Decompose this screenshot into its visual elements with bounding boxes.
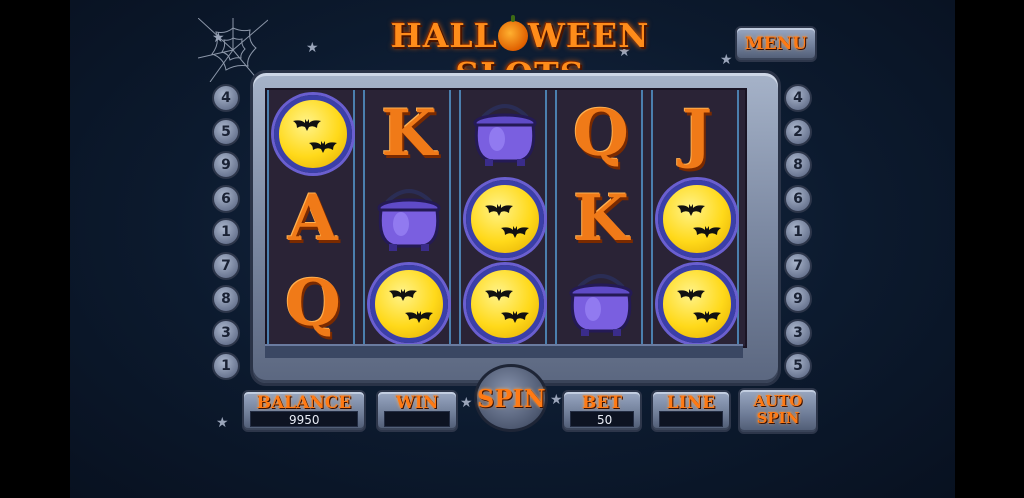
payline-number-right: 7 xyxy=(784,251,812,280)
moon-bats-symbol xyxy=(366,261,452,347)
win-label: WIN xyxy=(395,393,439,413)
cauldron-symbol xyxy=(558,261,644,347)
cauldron-symbol xyxy=(462,91,548,177)
auto-spin-button[interactable]: AUTO SPIN xyxy=(738,388,818,434)
payline-number-left: 1 xyxy=(212,352,240,380)
star-decoration: ★ xyxy=(306,40,319,56)
moon-icon xyxy=(658,265,736,343)
moon-icon xyxy=(466,265,544,343)
bat-icon xyxy=(389,286,417,301)
payline-number-left: 4 xyxy=(212,84,240,112)
payline-number-left: 9 xyxy=(212,151,240,179)
payline-number-left: 5 xyxy=(212,117,240,146)
bet-label: BET xyxy=(582,393,622,413)
cauldron-icon xyxy=(569,274,633,336)
letter-symbol-q: Q xyxy=(558,91,644,177)
screen: ★ ★ ★ ★ ★ ★ ★ HALLWEEN SLOTS MENU AQKQKJ… xyxy=(0,0,1024,498)
moon-bats-symbol xyxy=(462,261,548,347)
bat-icon xyxy=(485,286,513,301)
payline-number-left: 1 xyxy=(212,218,240,246)
line-value xyxy=(659,411,723,427)
payline-number-right: 2 xyxy=(784,117,812,146)
star-decoration: ★ xyxy=(720,52,733,68)
menu-button[interactable]: MENU xyxy=(735,26,817,62)
letter-symbol-q: Q xyxy=(270,261,356,347)
bat-icon xyxy=(501,308,529,323)
moon-icon xyxy=(274,95,352,173)
auto-spin-label-1: AUTO xyxy=(753,392,803,410)
line-panel[interactable]: LINE xyxy=(651,390,731,432)
bat-icon xyxy=(677,286,705,301)
letter-glyph: Q xyxy=(285,266,341,341)
payline-number-right: 3 xyxy=(784,318,812,347)
letter-glyph: J xyxy=(681,96,713,171)
payline-number-right: 5 xyxy=(784,352,812,380)
spin-button[interactable]: SPIN xyxy=(474,364,548,432)
moon-icon xyxy=(466,180,544,258)
letter-glyph: K xyxy=(381,96,437,171)
bat-icon xyxy=(501,223,529,238)
pumpkin-icon xyxy=(497,15,528,51)
payline-number-right: 9 xyxy=(784,285,812,313)
moon-icon xyxy=(658,180,736,258)
payline-number-right: 8 xyxy=(784,151,812,179)
win-value xyxy=(384,411,450,427)
moon-bats-symbol xyxy=(654,176,740,262)
game-title-part1: HALL xyxy=(390,16,498,55)
win-panel: WIN xyxy=(376,390,458,432)
moon-bats-symbol xyxy=(462,176,548,262)
moon-bats-symbol xyxy=(654,261,740,347)
letter-symbol-a: A xyxy=(270,176,356,262)
payline-number-right: 6 xyxy=(784,184,812,213)
game-area: ★ ★ ★ ★ ★ ★ ★ HALLWEEN SLOTS MENU AQKQKJ… xyxy=(70,0,955,498)
moon-bats-symbol xyxy=(270,91,356,177)
bet-value: 50 xyxy=(570,411,634,427)
balance-panel: BALANCE 9950 xyxy=(242,390,366,432)
auto-spin-label-2: SPIN xyxy=(756,409,800,427)
menu-button-label: MENU xyxy=(744,34,808,54)
spin-button-label: SPIN xyxy=(477,384,546,413)
payline-number-left: 6 xyxy=(212,184,240,213)
star-decoration: ★ xyxy=(212,30,225,46)
reels-area: AQKQKJ xyxy=(265,88,747,348)
star-decoration: ★ xyxy=(216,415,229,431)
payline-number-right: 4 xyxy=(784,84,812,112)
balance-value: 9950 xyxy=(250,411,358,427)
cauldron-icon xyxy=(473,104,537,166)
balance-label: BALANCE xyxy=(256,393,352,413)
bet-panel[interactable]: BET 50 xyxy=(562,390,642,432)
cauldron-symbol xyxy=(366,176,452,262)
reel-base xyxy=(265,344,743,358)
letter-symbol-j: J xyxy=(654,91,740,177)
payline-number-right: 1 xyxy=(784,218,812,246)
cauldron-icon xyxy=(377,189,441,251)
star-decoration: ★ xyxy=(550,392,563,408)
payline-number-left: 7 xyxy=(212,251,240,280)
bat-icon xyxy=(309,138,337,153)
letter-glyph: A xyxy=(288,181,338,256)
letter-symbol-k: K xyxy=(366,91,452,177)
payline-number-left: 3 xyxy=(212,318,240,347)
bat-icon xyxy=(693,308,721,323)
bat-icon xyxy=(293,116,321,131)
bat-icon xyxy=(677,201,705,216)
moon-icon xyxy=(370,265,448,343)
bat-icon xyxy=(405,308,433,323)
line-label: LINE xyxy=(666,393,716,413)
bat-icon xyxy=(693,223,721,238)
bat-icon xyxy=(485,201,513,216)
star-decoration: ★ xyxy=(460,395,473,411)
payline-number-left: 8 xyxy=(212,285,240,313)
letter-glyph: Q xyxy=(573,96,629,171)
letter-glyph: K xyxy=(573,181,629,256)
letter-symbol-k: K xyxy=(558,176,644,262)
